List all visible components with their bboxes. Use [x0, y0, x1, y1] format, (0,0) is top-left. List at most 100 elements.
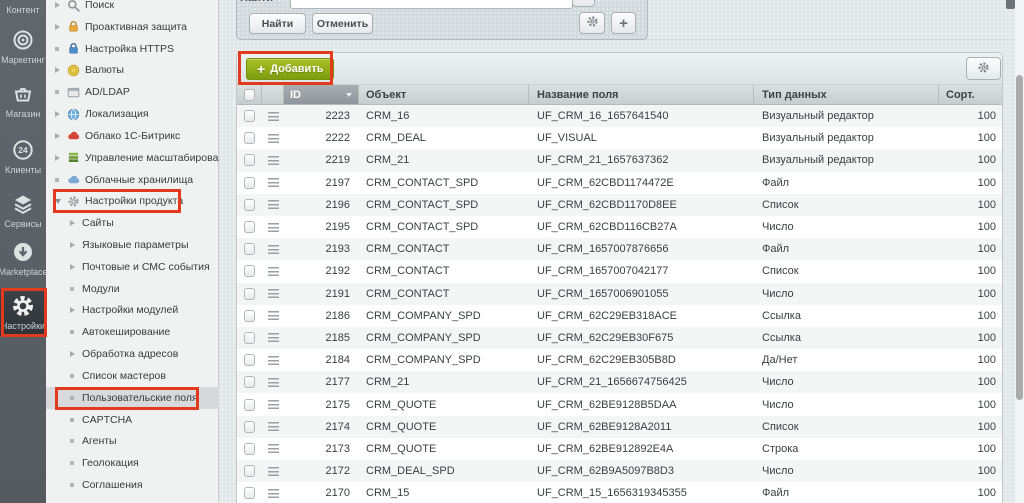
- table-row[interactable]: 2177CRM_21UF_CRM_21_1656674756425Число10…: [237, 371, 1002, 393]
- table-row[interactable]: 2196CRM_CONTACT_SPDUF_CRM_62CBD1170D8EEС…: [237, 194, 1002, 216]
- sidebar-item-агенты[interactable]: Агенты: [46, 430, 219, 452]
- row-checkbox[interactable]: [244, 199, 255, 211]
- filter-settings-button[interactable]: [579, 12, 605, 34]
- row-checkbox[interactable]: [244, 288, 255, 300]
- table-row[interactable]: 2185CRM_COMPANY_SPDUF_CRM_62C29EB30F675С…: [237, 327, 1002, 349]
- rail-item-settings-gear[interactable]: Настройки: [0, 289, 46, 336]
- row-checkbox[interactable]: [244, 243, 255, 255]
- rail-item-clients[interactable]: 24Клиенты: [0, 138, 46, 175]
- sidebar-item-настройки-модулей[interactable]: Настройки модулей: [46, 299, 219, 321]
- sidebar-item-сайты[interactable]: Сайты: [46, 212, 219, 234]
- row-menu-icon[interactable]: [268, 289, 279, 298]
- select-all-checkbox[interactable]: [244, 89, 255, 101]
- row-menu-icon[interactable]: [268, 178, 279, 187]
- column-header-id[interactable]: ID: [284, 85, 359, 104]
- column-header-field-name[interactable]: Название поля: [529, 85, 754, 104]
- add-button[interactable]: + Добавить: [246, 58, 334, 80]
- sidebar-item-автокеширование[interactable]: Автокеширование: [46, 321, 219, 343]
- row-checkbox[interactable]: [244, 154, 255, 166]
- row-checkbox[interactable]: [244, 421, 255, 433]
- table-row[interactable]: 2223CRM_16UF_CRM_16_1657641540Визуальный…: [237, 105, 1002, 127]
- sidebar-item-локализация[interactable]: Локализация: [46, 103, 219, 125]
- table-row[interactable]: 2186CRM_COMPANY_SPDUF_CRM_62C29EB318ACEС…: [237, 305, 1002, 327]
- sidebar-item-пользовательские-поля[interactable]: Пользовательские поля: [46, 387, 219, 409]
- row-checkbox[interactable]: [244, 132, 255, 144]
- table-row[interactable]: 2174CRM_QUOTEUF_CRM_62BE9128A2011Список1…: [237, 416, 1002, 438]
- sidebar-item-captcha[interactable]: CAPTCHA: [46, 409, 219, 431]
- row-menu-icon[interactable]: [268, 245, 279, 254]
- search-input[interactable]: [290, 0, 573, 9]
- table-row[interactable]: 2191CRM_CONTACTUF_CRM_1657006901055Число…: [237, 283, 1002, 305]
- table-row[interactable]: 2192CRM_CONTACTUF_CRM_1657007042177Списо…: [237, 260, 1002, 282]
- table-row[interactable]: 2219CRM_21UF_CRM_21_1657637362Визуальный…: [237, 149, 1002, 171]
- table-row[interactable]: 2197CRM_CONTACT_SPDUF_CRM_62CBD1174472EФ…: [237, 172, 1002, 194]
- sidebar-item-почтовые-и-смс-события[interactable]: Почтовые и СМС события: [46, 256, 219, 278]
- find-button[interactable]: Найти: [249, 13, 306, 34]
- sort-dropdown-icon[interactable]: [346, 93, 352, 97]
- row-menu-icon[interactable]: [268, 378, 279, 387]
- sidebar-item-языковые-параметры[interactable]: Языковые параметры: [46, 234, 219, 256]
- table-row[interactable]: 2193CRM_CONTACTUF_CRM_1657007876656Файл1…: [237, 238, 1002, 260]
- sidebar-item-проактивная-защита[interactable]: Проактивная защита: [46, 16, 219, 38]
- row-checkbox[interactable]: [244, 465, 255, 477]
- table-row[interactable]: 2170CRM_15UF_CRM_15_1656319345355Файл100: [237, 482, 1002, 503]
- row-checkbox[interactable]: [244, 443, 255, 455]
- row-menu-icon[interactable]: [268, 223, 279, 232]
- sidebar-item-поиск[interactable]: Поиск: [46, 0, 219, 16]
- rail-item-shop[interactable]: Магазин: [0, 82, 46, 119]
- row-menu-icon[interactable]: [268, 311, 279, 320]
- table-row[interactable]: 2175CRM_QUOTEUF_CRM_62BE9128B5DAAЧисло10…: [237, 393, 1002, 415]
- rail-item-content[interactable]: Контент: [0, 2, 46, 15]
- row-checkbox[interactable]: [244, 110, 255, 122]
- add-filter-button[interactable]: +: [611, 12, 636, 34]
- sidebar-item-соглашения[interactable]: Соглашения: [46, 474, 219, 496]
- row-menu-icon[interactable]: [268, 444, 279, 453]
- cancel-button[interactable]: Отменить: [312, 13, 373, 34]
- column-header-data-type[interactable]: Тип данных: [754, 85, 939, 104]
- row-checkbox[interactable]: [244, 177, 255, 189]
- table-row[interactable]: 2184CRM_COMPANY_SPDUF_CRM_62C29EB305B8DД…: [237, 349, 1002, 371]
- column-header-sort[interactable]: Сорт.: [939, 85, 1002, 104]
- table-row[interactable]: 2173CRM_QUOTEUF_CRM_62BE912892E4AСтрока1…: [237, 438, 1002, 460]
- sidebar-item-настройка-https[interactable]: Настройка HTTPS: [46, 38, 219, 60]
- sidebar-item-ad-ldap[interactable]: AD/LDAP: [46, 81, 219, 103]
- sidebar-item-валюты[interactable]: Валюты: [46, 59, 219, 81]
- row-menu-icon[interactable]: [268, 156, 279, 165]
- row-menu-icon[interactable]: [268, 333, 279, 342]
- row-checkbox[interactable]: [244, 487, 255, 499]
- sidebar-item-модули[interactable]: Модули: [46, 278, 219, 300]
- row-menu-icon[interactable]: [268, 400, 279, 409]
- row-checkbox[interactable]: [244, 332, 255, 344]
- row-menu-icon[interactable]: [268, 489, 279, 498]
- scrollbar-thumb[interactable]: [1016, 75, 1023, 400]
- table-row[interactable]: 2172CRM_DEAL_SPDUF_CRM_62B9A5097B8D3Числ…: [237, 460, 1002, 482]
- scrollbar-track[interactable]: [1014, 0, 1024, 503]
- sidebar-item-облако-1с-битрикс[interactable]: Облако 1С-Битрикс: [46, 125, 219, 147]
- sidebar-item-управление-масштабированием[interactable]: Управление масштабированием: [46, 147, 219, 169]
- sidebar-item-список-мастеров[interactable]: Список мастеров: [46, 365, 219, 387]
- row-checkbox[interactable]: [244, 310, 255, 322]
- sidebar-item-облачные-хранилища[interactable]: Облачные хранилища: [46, 169, 219, 191]
- row-menu-icon[interactable]: [268, 356, 279, 365]
- filter-top-button[interactable]: [572, 0, 595, 7]
- row-checkbox[interactable]: [244, 399, 255, 411]
- rail-item-services[interactable]: Сервисы: [0, 192, 46, 229]
- row-menu-icon[interactable]: [268, 112, 279, 121]
- rail-item-marketing[interactable]: Маркетинг: [0, 28, 46, 65]
- row-checkbox[interactable]: [244, 221, 255, 233]
- rail-item-marketplace[interactable]: Marketplace: [0, 240, 46, 277]
- sidebar-item-геолокация[interactable]: Геолокация: [46, 452, 219, 474]
- sidebar-item-настройки-продукта[interactable]: Настройки продукта: [46, 190, 219, 212]
- column-header-object[interactable]: Объект: [359, 85, 529, 104]
- table-row[interactable]: 2222CRM_DEALUF_VISUALВизуальный редактор…: [237, 127, 1002, 149]
- row-menu-icon[interactable]: [268, 422, 279, 431]
- row-checkbox[interactable]: [244, 354, 255, 366]
- row-menu-icon[interactable]: [268, 467, 279, 476]
- row-menu-icon[interactable]: [268, 267, 279, 276]
- row-menu-icon[interactable]: [268, 134, 279, 143]
- sidebar-item-обработка-адресов[interactable]: Обработка адресов: [46, 343, 219, 365]
- grid-settings-button[interactable]: [966, 57, 1001, 80]
- row-checkbox[interactable]: [244, 376, 255, 388]
- row-checkbox[interactable]: [244, 265, 255, 277]
- table-row[interactable]: 2195CRM_CONTACT_SPDUF_CRM_62CBD116CB27AЧ…: [237, 216, 1002, 238]
